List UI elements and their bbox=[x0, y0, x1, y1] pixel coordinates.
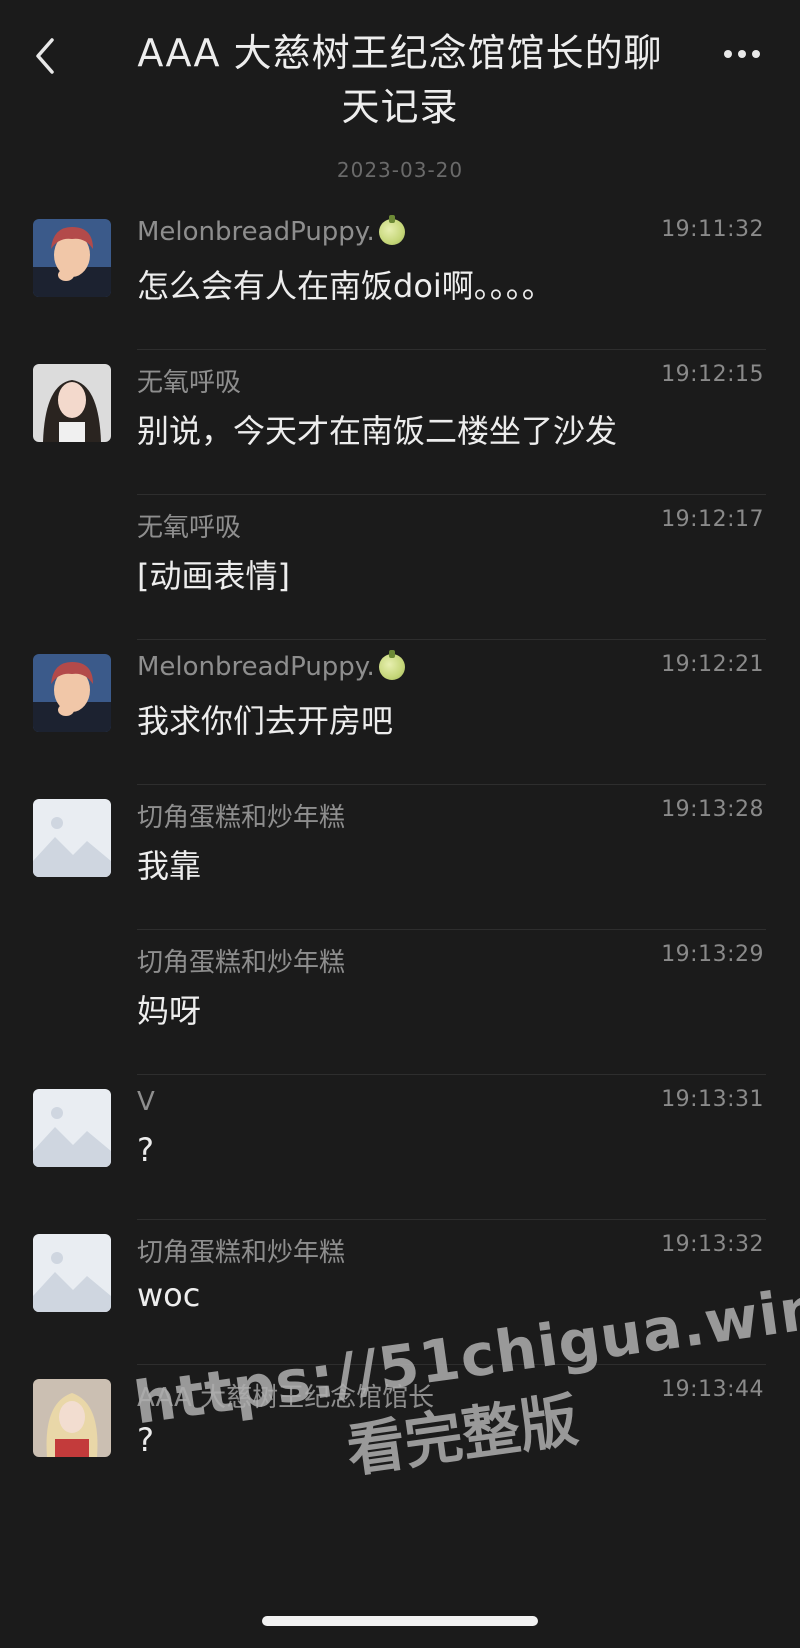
sender-name: 无氧呼吸 bbox=[137, 513, 242, 543]
message-time: 19:12:17 bbox=[661, 507, 764, 532]
message-content: ? bbox=[137, 1131, 154, 1169]
message-content: [动画表情] bbox=[137, 557, 290, 595]
message-item[interactable]: 切角蛋糕和炒年糕 19:13:28 我靠 bbox=[0, 785, 800, 930]
avatar[interactable] bbox=[33, 1089, 111, 1167]
image-placeholder-icon bbox=[33, 799, 111, 877]
home-indicator[interactable] bbox=[262, 1616, 538, 1626]
message-item[interactable]: AAA 大慈树王纪念馆馆长 19:13:44 ? bbox=[0, 1365, 800, 1510]
message-content: 别说，今天才在南饭二楼坐了沙发 bbox=[137, 412, 618, 450]
message-item[interactable]: 无氧呼吸 19:12:17 [动画表情] bbox=[0, 495, 800, 640]
sender-name: 切角蛋糕和炒年糕 bbox=[137, 803, 346, 833]
message-time: 19:13:28 bbox=[661, 797, 764, 822]
sender-name: MelonbreadPuppy. bbox=[137, 215, 405, 247]
message-time: 19:12:15 bbox=[661, 362, 764, 387]
more-button[interactable] bbox=[712, 36, 772, 72]
message-content: 妈呀 bbox=[137, 992, 202, 1030]
sender-name: V bbox=[137, 1087, 155, 1117]
message-time: 19:13:44 bbox=[661, 1377, 764, 1402]
avatar[interactable] bbox=[33, 799, 111, 877]
message-item[interactable]: MelonbreadPuppy. 19:11:32 怎么会有人在南饭doi啊。。… bbox=[0, 205, 800, 350]
date-separator: 2023-03-20 bbox=[336, 158, 464, 182]
avatar[interactable] bbox=[33, 1234, 111, 1312]
avatar[interactable] bbox=[33, 654, 111, 732]
avatar[interactable] bbox=[33, 1379, 111, 1457]
page-title: AAA 大慈树王纪念馆馆长的聊天记录 bbox=[137, 31, 663, 129]
message-time: 19:13:29 bbox=[661, 942, 764, 967]
avatar[interactable] bbox=[33, 219, 111, 297]
message-content: 我靠 bbox=[137, 847, 202, 885]
image-placeholder-icon bbox=[33, 1234, 111, 1312]
message-item[interactable]: 切角蛋糕和炒年糕 19:13:32 woc bbox=[0, 1220, 800, 1365]
message-time: 19:13:31 bbox=[661, 1087, 764, 1112]
sender-name: AAA 大慈树王纪念馆馆长 bbox=[137, 1383, 435, 1413]
message-content: 我求你们去开房吧 bbox=[137, 702, 394, 740]
message-content: ? bbox=[137, 1421, 154, 1459]
message-item[interactable]: 切角蛋糕和炒年糕 19:13:29 妈呀 bbox=[0, 930, 800, 1075]
back-button[interactable] bbox=[28, 34, 68, 78]
message-list[interactable]: MelonbreadPuppy. 19:11:32 怎么会有人在南饭doi啊。。… bbox=[0, 205, 800, 1510]
message-item[interactable]: 无氧呼吸 19:12:15 别说，今天才在南饭二楼坐了沙发 bbox=[0, 350, 800, 495]
message-time: 19:13:32 bbox=[661, 1232, 764, 1257]
header: AAA 大慈树王纪念馆馆长的聊天记录 bbox=[0, 0, 800, 150]
message-item[interactable]: V 19:13:31 ? bbox=[0, 1075, 800, 1220]
sender-name: 切角蛋糕和炒年糕 bbox=[137, 1238, 346, 1268]
message-time: 19:12:21 bbox=[661, 652, 764, 677]
image-placeholder-icon bbox=[33, 1089, 111, 1167]
message-content: 怎么会有人在南饭doi啊。。。。 bbox=[137, 267, 554, 305]
avatar[interactable] bbox=[33, 364, 111, 442]
more-horizontal-icon bbox=[724, 50, 760, 58]
melon-icon bbox=[378, 215, 405, 245]
sender-name: 无氧呼吸 bbox=[137, 368, 242, 398]
melon-icon bbox=[378, 650, 405, 680]
sender-name: 切角蛋糕和炒年糕 bbox=[137, 948, 346, 978]
message-time: 19:11:32 bbox=[661, 217, 764, 242]
message-content: woc bbox=[137, 1276, 201, 1314]
message-item[interactable]: MelonbreadPuppy. 19:12:21 我求你们去开房吧 bbox=[0, 640, 800, 785]
chevron-left-icon bbox=[36, 38, 54, 74]
sender-name: MelonbreadPuppy. bbox=[137, 650, 405, 682]
